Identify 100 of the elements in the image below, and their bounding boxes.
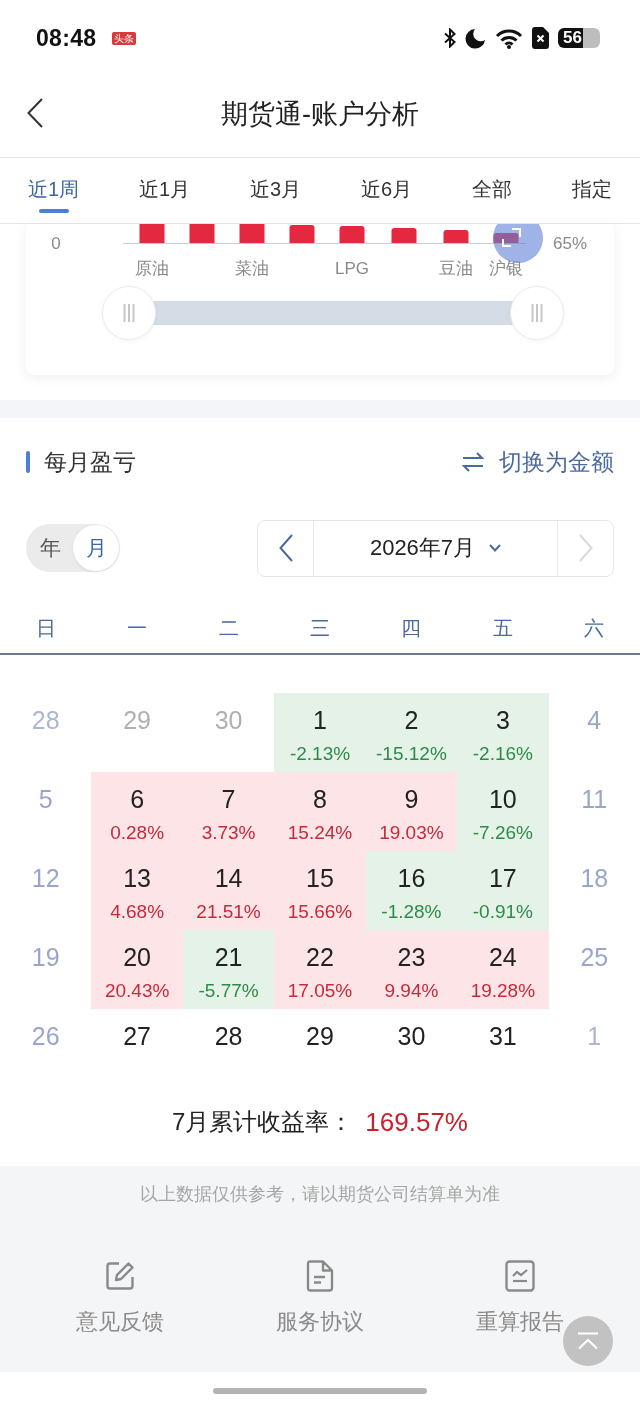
day-number: 3 [495, 705, 510, 735]
period-tab[interactable]: 全部 [472, 158, 513, 223]
calendar-day[interactable]: 21 -5.77% [182, 930, 275, 1009]
day-number: 14 [214, 863, 243, 893]
edit-icon [104, 1260, 136, 1292]
calendar-day[interactable]: 8 15.24% [274, 772, 366, 851]
period-tab[interactable]: 近6月 [361, 158, 413, 223]
calendar-day[interactable]: 7 3.73% [182, 772, 275, 851]
period-tab[interactable]: 近3月 [250, 158, 302, 223]
daily-return: 3.73% [201, 822, 256, 844]
calendar-day[interactable]: 3 -2.16% [457, 693, 549, 772]
daily-return: -2.16% [472, 743, 533, 765]
day-number[interactable]: 27 [123, 1021, 152, 1051]
day-number: 1 [313, 705, 327, 735]
chart-bar [339, 226, 365, 243]
calendar-day[interactable]: 16 -1.28% [365, 851, 458, 930]
daily-return: 15.24% [287, 822, 353, 844]
calendar-day[interactable]: 15 15.66% [274, 851, 366, 930]
chevron-right-icon [578, 534, 593, 562]
slider-handle[interactable] [102, 286, 156, 340]
moon-icon [465, 27, 486, 49]
daily-return: -7.26% [472, 822, 533, 844]
back-to-top-icon [575, 1332, 601, 1350]
period-tab[interactable]: 近1周 [28, 158, 80, 223]
calendar-day[interactable]: 10 -7.26% [457, 772, 549, 851]
calendar-day[interactable]: 22 17.05% [274, 930, 366, 1009]
axis-label: 0 [51, 234, 61, 253]
weekday-label: 日 [35, 615, 56, 641]
day-number[interactable]: 31 [488, 1021, 517, 1051]
day-number: 8 [313, 784, 327, 814]
day-number: 20 [123, 942, 152, 972]
period-tab[interactable]: 近1月 [139, 158, 191, 223]
weekday-label: 五 [492, 615, 513, 641]
category-label: 菜油 [235, 259, 269, 278]
chart-bar [289, 225, 315, 243]
back-icon[interactable] [27, 98, 43, 128]
section-title: 每月盈亏 [44, 447, 136, 477]
daily-return: -0.91% [472, 901, 533, 923]
calendar-day[interactable]: 13 4.68% [91, 851, 183, 930]
chart-bar [391, 228, 417, 243]
weekday-label: 一 [127, 615, 148, 641]
calendar-day[interactable]: 6 0.28% [91, 772, 183, 851]
day-number: 24 [488, 942, 517, 972]
battery-level: 56 [558, 28, 600, 48]
chart-bar [189, 224, 215, 243]
bluetooth-icon [444, 28, 456, 48]
summary-label: 7月累计收益率： [172, 1107, 354, 1137]
axis-label: 65% [553, 234, 587, 253]
day-number[interactable]: 28 [214, 1021, 243, 1051]
calendar-day[interactable]: 14 21.51% [182, 851, 275, 930]
day-number: 2 [404, 705, 419, 735]
daily-return: -2.13% [289, 743, 351, 765]
day-number: 13 [123, 863, 152, 893]
calendar-day[interactable]: 9 19.03% [365, 772, 458, 851]
day-number[interactable]: 29 [306, 1021, 334, 1051]
weekday-label: 三 [310, 615, 330, 641]
day-number: 6 [130, 784, 145, 814]
toggle-option[interactable]: 年 [27, 525, 73, 571]
day-number[interactable]: 30 [397, 1021, 426, 1051]
chart-bar [139, 224, 165, 243]
disclaimer-text: 以上数据仅供参考，请以期货公司结算单为准 [139, 1183, 501, 1206]
day-number: 9 [404, 784, 419, 814]
daily-return: -1.28% [381, 901, 442, 923]
grip-icon [531, 304, 543, 322]
daily-return: 19.03% [379, 822, 444, 844]
category-label: LPG [335, 259, 369, 278]
swap-icon [461, 451, 485, 473]
calendar-day[interactable]: 24 19.28% [457, 930, 549, 1009]
calendar-day[interactable]: 17 -0.91% [457, 851, 549, 930]
summary-value: 169.57% [365, 1106, 468, 1138]
chart-bar [443, 230, 469, 243]
toggle-option[interactable]: 月 [73, 525, 119, 571]
calendar-day[interactable]: 23 9.94% [365, 930, 458, 1009]
calendar-day[interactable]: 1 -2.13% [274, 693, 366, 772]
document-icon [306, 1260, 334, 1292]
wifi-icon [495, 27, 523, 49]
slider-handle[interactable] [510, 286, 564, 340]
switch-unit-button[interactable]: 切换为金额 [461, 446, 614, 478]
weekday-label: 六 [584, 615, 605, 641]
month-dropdown[interactable]: 2026年7月 [314, 520, 557, 576]
daily-return: 9.94% [384, 980, 439, 1002]
chart-report-icon [505, 1260, 535, 1292]
app-badge: 头条 [112, 31, 137, 45]
day-number: 15 [306, 863, 334, 893]
status-time: 08:48 [36, 24, 97, 52]
daily-return: 21.51% [196, 901, 261, 923]
daily-return: 15.66% [287, 901, 353, 923]
category-label: 沪银 [489, 259, 523, 278]
period-tab[interactable]: 指定 [571, 158, 612, 223]
calendar-day[interactable]: 20 20.43% [91, 930, 183, 1009]
day-number: 21 [214, 942, 243, 972]
sim-card-icon [532, 27, 549, 49]
calendar-day[interactable]: 2 -15.12% [365, 693, 458, 772]
back-to-top-button[interactable] [563, 1316, 613, 1366]
day-number: 23 [397, 942, 426, 972]
day-number: 22 [306, 942, 334, 972]
page-title: 期货通-账户分析 [221, 97, 419, 131]
daily-return: 19.28% [470, 980, 536, 1002]
category-label: 豆油 [439, 259, 473, 278]
caret-down-icon [489, 544, 502, 552]
